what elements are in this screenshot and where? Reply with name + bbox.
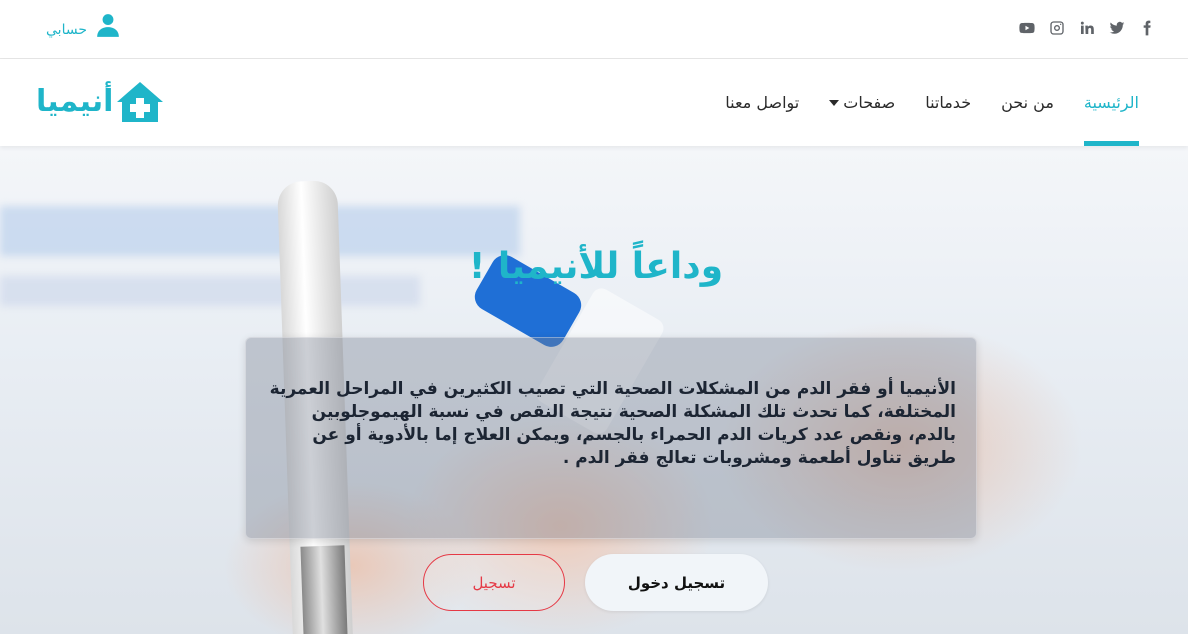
house-medical-icon [115,80,165,124]
hero-title: وداعاً للأنيميا ! [0,246,1188,287]
nav-item-label: صفحات [843,93,896,112]
nav-item-label: خدماتنا [925,93,972,112]
youtube-icon[interactable] [1018,19,1036,37]
nav-item-label: الرئيسية [1083,93,1139,112]
instagram-icon[interactable] [1048,19,1066,37]
hero-title-text: وداعاً للأنيميا ! [468,246,724,287]
main-navbar: أنيميا الرئيسية من نحن خدماتنا صفحات توا… [0,59,1188,146]
user-icon [95,12,121,38]
hero-section: وداعاً للأنيميا ! الأنيميا أو فقر الدم م… [0,146,1188,634]
twitter-icon[interactable] [1108,19,1126,37]
caret-down-icon [829,99,840,106]
hero-description: الأنيميا أو فقر الدم من المشكلات الصحية … [269,379,956,468]
nav-item-label: من نحن [1001,93,1054,112]
nav-item-label: تواصل معنا [725,93,800,112]
account-link[interactable]: حسابي [46,12,126,44]
nav-item-pages[interactable]: صفحات [814,59,910,146]
account-label: حسابي [46,22,87,38]
logo-text: أنيميا [36,84,114,119]
nav-item-contact[interactable]: تواصل معنا [710,59,814,146]
nav-item-about[interactable]: من نحن [986,59,1069,146]
register-button[interactable]: تسجيل [423,554,565,611]
facebook-icon[interactable] [1138,19,1156,37]
nav-item-home[interactable]: الرئيسية [1069,59,1154,146]
login-button[interactable]: تسجيل دخول [585,554,768,611]
site-logo[interactable]: أنيميا [36,77,170,127]
top-bar: حسابي [0,0,1188,59]
nav-item-services[interactable]: خدماتنا [910,59,986,146]
hero-description-box: الأنيميا أو فقر الدم من المشكلات الصحية … [245,337,977,539]
nav-menu: الرئيسية من نحن خدماتنا صفحات تواصل معنا [710,59,1154,146]
linkedin-icon[interactable] [1078,19,1096,37]
social-links [1018,19,1156,37]
background-photo-shape [300,545,348,634]
